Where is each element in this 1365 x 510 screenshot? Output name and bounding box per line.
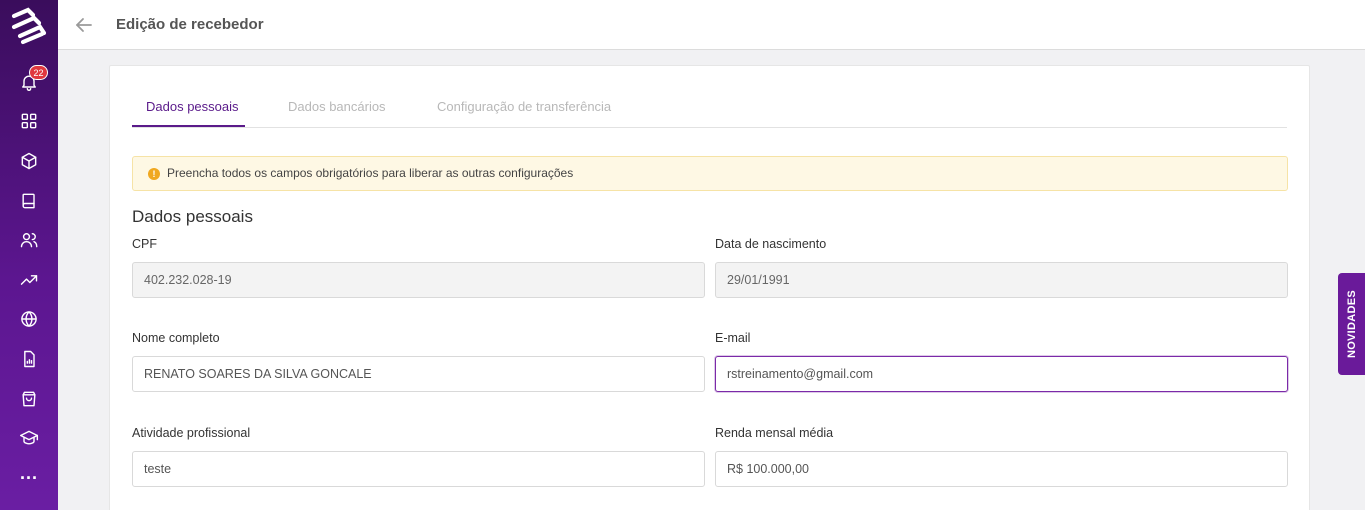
email-label: E-mail — [715, 331, 751, 345]
full-name-label: Nome completo — [132, 331, 220, 345]
email-field[interactable] — [715, 356, 1288, 392]
tab-configuracao-transferencia[interactable]: Configuração de transferência — [437, 99, 611, 114]
trending-up-icon[interactable] — [17, 268, 41, 292]
cpf-field[interactable] — [132, 262, 705, 298]
more-icon[interactable]: ... — [17, 464, 41, 486]
top-header: Edição de recebedor — [58, 0, 1365, 50]
shopping-bag-icon[interactable] — [17, 387, 41, 411]
income-label: Renda mensal média — [715, 426, 834, 440]
book-icon[interactable] — [17, 189, 41, 213]
page-title: Edição de recebedor — [116, 16, 264, 33]
profession-label: Atividade profissional — [132, 426, 251, 440]
tab-dados-bancarios[interactable]: Dados bancários — [288, 99, 386, 114]
recipient-form-card: Dados pessoais Dados bancários Configura… — [109, 65, 1310, 510]
birth-date-field[interactable] — [715, 262, 1288, 298]
graduation-cap-icon[interactable] — [17, 426, 41, 450]
cpf-label: CPF — [132, 237, 157, 251]
active-tab-indicator — [132, 125, 245, 127]
notification-badge: 22 — [29, 65, 48, 80]
tab-bar: Dados pessoais Dados bancários Configura… — [132, 92, 1287, 128]
users-icon[interactable] — [17, 228, 41, 252]
section-title: Dados pessoais — [132, 207, 253, 226]
novidades-label: NOVIDADES — [1345, 289, 1358, 359]
income-field[interactable] — [715, 451, 1288, 487]
box-icon[interactable] — [17, 149, 41, 173]
globe-icon[interactable] — [17, 307, 41, 331]
full-name-field[interactable] — [132, 356, 705, 392]
warning-icon: ! — [148, 168, 160, 180]
document-chart-icon[interactable] — [17, 347, 41, 371]
sidebar: 22 ... — [0, 0, 58, 510]
alert-message: Preencha todos os campos obrigatórios pa… — [167, 166, 574, 180]
birth-date-label: Data de nascimento — [715, 237, 827, 251]
required-fields-alert: ! Preencha todos os campos obrigatórios … — [132, 156, 1288, 191]
grid-icon[interactable] — [17, 109, 41, 133]
back-arrow-icon[interactable] — [74, 15, 94, 35]
novidades-tab[interactable]: NOVIDADES — [1338, 273, 1365, 375]
profession-field[interactable] — [132, 451, 705, 487]
tab-dados-pessoais[interactable]: Dados pessoais — [146, 99, 239, 114]
app-logo[interactable] — [9, 6, 49, 46]
